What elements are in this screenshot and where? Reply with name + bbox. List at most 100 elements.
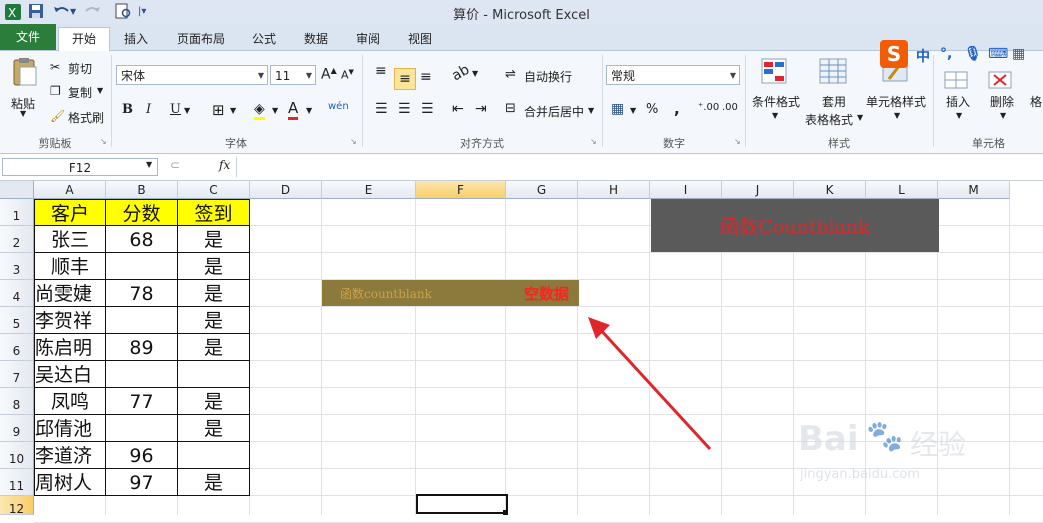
table-header-cell[interactable]: 签到 xyxy=(178,199,250,226)
table-header-cell[interactable]: 客户 xyxy=(34,199,106,226)
column-header-f[interactable]: F xyxy=(416,181,506,199)
column-header-i[interactable]: I xyxy=(650,181,722,199)
table-cell[interactable] xyxy=(106,361,178,388)
column-header-d[interactable]: D xyxy=(250,181,322,199)
table-header-cell[interactable]: 分数 xyxy=(106,199,178,226)
column-header-e[interactable]: E xyxy=(322,181,416,199)
row-header-5[interactable]: 5 xyxy=(0,307,34,334)
format-cells-button[interactable]: 格 xyxy=(1030,93,1042,110)
table-cell[interactable] xyxy=(106,253,178,280)
delete-dropdown-icon[interactable]: ▼ xyxy=(1000,111,1006,120)
table-cell[interactable]: 是 xyxy=(178,253,250,280)
table-cell[interactable]: 周树人 xyxy=(34,469,106,496)
align-center-icon[interactable]: ☰ xyxy=(398,101,411,117)
comma-button[interactable]: , xyxy=(674,100,680,118)
decrease-font-icon[interactable]: A▼ xyxy=(341,68,354,82)
table-cell[interactable]: 78 xyxy=(106,280,178,307)
select-all-button[interactable] xyxy=(0,181,34,199)
cut-icon[interactable]: ✂ xyxy=(50,60,60,74)
fill-dropdown-icon[interactable]: ▼ xyxy=(272,106,278,115)
column-header-m[interactable]: M xyxy=(938,181,1010,199)
fill-color-icon[interactable]: ◈ xyxy=(254,101,265,120)
punctuation-icon[interactable]: °, xyxy=(940,46,952,62)
countblank-banner[interactable]: 函数Countblank xyxy=(651,199,939,252)
align-bottom-icon[interactable]: ≡ xyxy=(420,69,432,85)
accounting-format-icon[interactable]: ▦ xyxy=(611,101,624,117)
tab-review[interactable]: 审阅 xyxy=(348,28,388,50)
insert-cells-button[interactable]: 插入 xyxy=(946,93,970,110)
merge-center-button[interactable]: 合并后居中 xyxy=(524,103,584,120)
insert-function-button[interactable]: fx xyxy=(219,158,230,172)
table-format-dropdown-icon[interactable]: ▼ xyxy=(857,113,863,122)
toolbox-icon[interactable]: ▦ xyxy=(1012,46,1025,62)
font-size-combo[interactable]: 11 ▼ xyxy=(270,65,316,85)
row-header-11[interactable]: 11 xyxy=(0,469,34,496)
format-as-table-label-2[interactable]: 表格格式 xyxy=(805,111,853,128)
increase-decimal-icon[interactable]: ⁺.00 xyxy=(698,102,719,113)
format-as-table-icon[interactable] xyxy=(819,57,847,85)
row-header-6[interactable]: 6 xyxy=(0,334,34,361)
dialog-launcher-icon[interactable]: ↘ xyxy=(590,137,597,146)
expand-icon[interactable]: ⊂ xyxy=(170,158,180,172)
conditional-format-button[interactable]: 条件格式 xyxy=(752,93,800,110)
font-color-icon[interactable]: A xyxy=(288,99,299,120)
worksheet-grid[interactable]: ABCDEFGHIJKLM 1 2 3 4 5 6 7 8 9 10 11 12 客户 分数 签到 张三 68… xyxy=(0,181,1043,523)
align-middle-icon[interactable]: ≡ xyxy=(394,68,416,90)
tab-home[interactable]: 开始 xyxy=(58,27,110,51)
column-header-j[interactable]: J xyxy=(722,181,794,199)
wrap-text-button[interactable]: 自动换行 xyxy=(524,68,572,85)
paste-icon[interactable] xyxy=(10,57,38,86)
tab-file[interactable]: 文件 xyxy=(0,24,56,50)
table-cell[interactable]: 89 xyxy=(106,334,178,361)
conditional-dropdown-icon[interactable]: ▼ xyxy=(772,111,778,120)
tab-view[interactable]: 视图 xyxy=(400,28,440,50)
dialog-launcher-icon[interactable]: ↘ xyxy=(100,137,107,146)
row-header-4[interactable]: 4 xyxy=(0,280,34,307)
cut-button[interactable]: 剪切 xyxy=(68,60,92,77)
dialog-launcher-icon[interactable]: ↘ xyxy=(734,137,741,146)
tab-page-layout[interactable]: 页面布局 xyxy=(170,28,232,50)
table-cell[interactable]: 77 xyxy=(106,388,178,415)
table-cell[interactable]: 97 xyxy=(106,469,178,496)
selected-cell-outline[interactable] xyxy=(416,494,508,514)
column-header-l[interactable]: L xyxy=(866,181,938,199)
row-header-10[interactable]: 10 xyxy=(0,442,34,469)
bold-button[interactable]: B xyxy=(122,102,133,117)
table-cell[interactable]: 尚雯婕 xyxy=(34,280,106,307)
number-format-combo[interactable]: 常规 ▼ xyxy=(606,65,740,85)
column-header-c[interactable]: C xyxy=(178,181,250,199)
cell-styles-dropdown-icon[interactable]: ▼ xyxy=(894,111,900,120)
table-cell[interactable]: 李贺祥 xyxy=(34,307,106,334)
underline-dropdown-icon[interactable]: ▼ xyxy=(184,106,190,115)
row-header-1[interactable]: 1 xyxy=(0,199,34,226)
conditional-format-icon[interactable] xyxy=(761,57,789,85)
align-top-icon[interactable]: ≡ xyxy=(375,63,387,79)
row-header-3[interactable]: 3 xyxy=(0,253,34,280)
tab-insert[interactable]: 插入 xyxy=(114,28,158,50)
fill-handle[interactable] xyxy=(503,510,508,515)
countblank-label-bar[interactable]: 函数countblank 空数据 xyxy=(322,280,579,306)
table-cell[interactable] xyxy=(106,307,178,334)
table-cell[interactable]: 邱倩池 xyxy=(34,415,106,442)
percent-button[interactable]: % xyxy=(646,102,658,117)
table-cell[interactable]: 是 xyxy=(178,388,250,415)
table-cell[interactable]: 68 xyxy=(106,226,178,253)
italic-button[interactable]: I xyxy=(146,102,151,117)
delete-cells-button[interactable]: 删除 xyxy=(990,93,1014,110)
wrap-text-icon[interactable]: ⇌ xyxy=(505,67,516,82)
table-cell[interactable]: 96 xyxy=(106,442,178,469)
table-cell[interactable]: 李道济 xyxy=(34,442,106,469)
increase-indent-icon[interactable]: ⇥ xyxy=(475,101,487,117)
merge-dropdown-icon[interactable]: ▼ xyxy=(588,106,594,115)
decrease-decimal-icon[interactable]: .00 xyxy=(722,102,738,113)
table-cell[interactable]: 是 xyxy=(178,226,250,253)
row-header-9[interactable]: 9 xyxy=(0,415,34,442)
table-cell[interactable]: 是 xyxy=(178,469,250,496)
table-cell[interactable]: 顺丰 xyxy=(34,253,106,280)
dialog-launcher-icon[interactable]: ↘ xyxy=(350,137,357,146)
copy-icon[interactable]: ❐ xyxy=(50,84,61,98)
table-cell[interactable] xyxy=(178,442,250,469)
increase-font-icon[interactable]: A▲ xyxy=(321,66,337,83)
phonetic-icon[interactable]: wén xyxy=(328,101,349,112)
row-header-2[interactable]: 2 xyxy=(0,226,34,253)
